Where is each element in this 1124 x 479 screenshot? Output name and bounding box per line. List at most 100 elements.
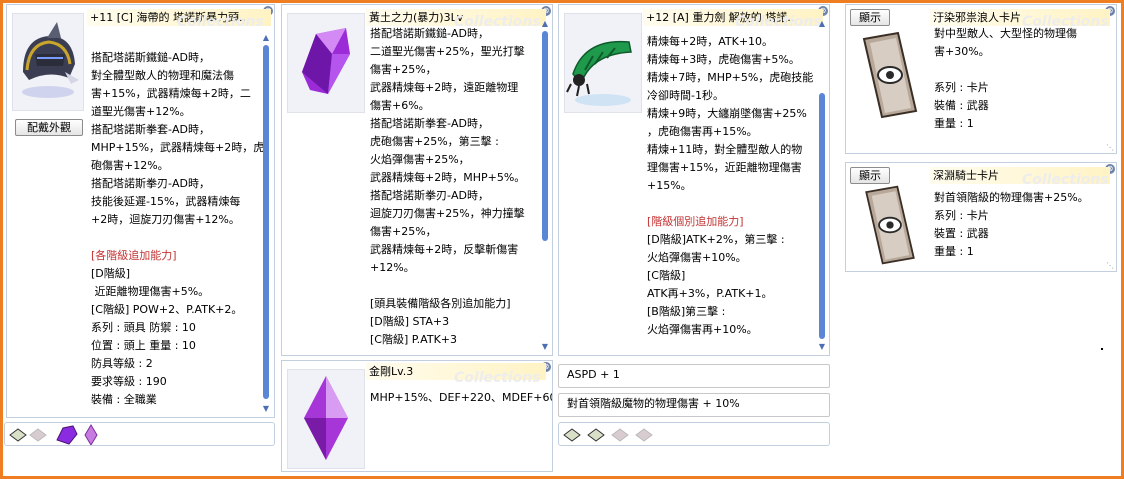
description-line: 武器精煉每+2時，反擊斬傷害 bbox=[370, 243, 519, 256]
description-line: 要求等級 : 190 bbox=[91, 375, 167, 388]
description-line: 防具等級 : 2 bbox=[91, 357, 153, 370]
description-line: 搭配塔諾斯鐵鎚-AD時， bbox=[91, 51, 210, 64]
description-line: 道聖光傷害+12%。 bbox=[91, 105, 191, 118]
item-window-weapon[interactable]: ⊗ +12 [A] 重力劍 解放的 塔諾... Collections 精煉每+… bbox=[558, 4, 830, 356]
description-line: 系列 : 卡片 bbox=[934, 81, 989, 94]
helmet-icon bbox=[22, 22, 79, 98]
description-line: 裝備 : 武器 bbox=[934, 99, 989, 112]
description-line: 冷卻時間-1秒。 bbox=[647, 89, 724, 102]
description-line: 精煉+9時，大纏崩墜傷害+25% bbox=[647, 107, 807, 120]
watermark: Collections bbox=[1022, 172, 1109, 188]
resize-icon[interactable]: ⋱ bbox=[1106, 261, 1114, 270]
scroll-up-icon[interactable]: ▲ bbox=[261, 33, 271, 42]
empty-slot-icon[interactable] bbox=[635, 428, 653, 442]
description-line: 武器精煉每+2時，MHP+5%。 bbox=[370, 171, 526, 184]
scroll-down-icon[interactable]: ▼ bbox=[261, 404, 271, 413]
description-line: 迴旋刀刃傷害+25%，神力撞擊 bbox=[370, 207, 525, 220]
description-line: 搭配塔諾斯拳刃-AD時， bbox=[91, 177, 210, 190]
empty-slot-icon[interactable] bbox=[611, 428, 629, 442]
description-line: 技能後延遲-15%，武器精煉每 bbox=[91, 195, 241, 208]
item-window-enchant[interactable]: ⊗ 黃土之力(暴力)3Lv Collections 搭配塔諾斯鐵鎚-AD時，二道… bbox=[281, 4, 553, 356]
scrollbar[interactable]: ▲ ▼ bbox=[817, 19, 827, 351]
slot-bar-helmet bbox=[4, 422, 275, 446]
description-line: 精煉+7時，MHP+5%，虎砲技能 bbox=[647, 71, 814, 84]
description-line: 武器精煉每+2時，遠距離物理 bbox=[370, 81, 519, 94]
description-line: 對首領階級的物理傷害+25%。 bbox=[934, 191, 1089, 204]
description-line: +15%。 bbox=[647, 179, 692, 192]
description-line: [C階級] bbox=[647, 269, 686, 282]
slot-bar-weapon bbox=[558, 422, 830, 446]
description-line: 系列 : 卡片 bbox=[934, 209, 989, 222]
resize-icon[interactable]: ⋱ bbox=[1106, 143, 1114, 152]
description-line: MHP+15%、DEF+220、MDEF+60。 bbox=[370, 391, 553, 404]
diamond-icon bbox=[304, 376, 348, 460]
description-line: 重量 : 1 bbox=[934, 117, 974, 130]
description-line: 搭配塔諾斯鐵鎚-AD時， bbox=[370, 27, 489, 40]
card-slot-icon[interactable] bbox=[9, 428, 27, 442]
description-line: 搭配塔諾斯拳套-AD時， bbox=[370, 117, 489, 130]
description-line: [D階級]ATK+2%，第三擊 : bbox=[647, 233, 785, 246]
show-button[interactable]: 顯示 bbox=[850, 167, 890, 184]
scroll-up-icon[interactable]: ▲ bbox=[540, 19, 550, 28]
card-slot-icon[interactable] bbox=[587, 428, 605, 442]
watermark: Collections bbox=[735, 14, 822, 30]
description-line: 砲傷害+12%。 bbox=[91, 159, 169, 172]
description-line bbox=[370, 277, 525, 295]
description-line: MHP+15%，武器精煉每+2時，虎 bbox=[91, 141, 265, 154]
card-slot-icon[interactable] bbox=[563, 428, 581, 442]
item-description: 搭配塔諾斯鐵鎚-AD時， 對全體型敵人的物理和魔法傷害+15%，武器精煉每+2時，… bbox=[91, 49, 264, 409]
description-line: 重量 : 1 bbox=[934, 245, 974, 258]
card-icon bbox=[862, 31, 918, 119]
diamond-gem-icon[interactable] bbox=[83, 424, 99, 446]
description-line: 裝置 : 武器 bbox=[934, 227, 989, 240]
item-window-diamond[interactable]: ⊗ 金剛Lv.3 Collections MHP+15%、DEF+220、MDE… bbox=[281, 360, 553, 472]
item-image bbox=[564, 13, 642, 113]
random-option-bar-1: ASPD + 1 bbox=[558, 364, 830, 388]
scroll-up-icon[interactable]: ▲ bbox=[817, 19, 827, 28]
stray-pixel bbox=[1101, 348, 1103, 350]
description-line: 火焰彈傷害再+10%。 bbox=[647, 323, 758, 336]
description-line: 傷害+25%， bbox=[370, 225, 437, 238]
preview-appearance-button[interactable]: 配戴外觀 bbox=[15, 119, 83, 136]
empty-slot-icon[interactable] bbox=[29, 428, 47, 442]
green-sword-icon bbox=[566, 40, 632, 106]
card-window-1[interactable]: ⊗ 顯示 汙染邪祟浪人卡片 Collections 對中型敵人、大型怪的物理傷害… bbox=[845, 4, 1117, 154]
item-window-helmet[interactable]: ⊗ +11 [C] 海帶的 塔諾斯暴力頭... Collections 配戴外觀… bbox=[6, 4, 275, 418]
purple-crystal-icon bbox=[302, 28, 350, 94]
description-line: 對全體型敵人的物理和魔法傷 bbox=[91, 69, 234, 82]
description-line bbox=[647, 195, 813, 213]
scrollbar[interactable]: ▲ ▼ bbox=[540, 19, 550, 351]
scroll-down-icon[interactable]: ▼ bbox=[540, 342, 550, 351]
show-button[interactable]: 顯示 bbox=[850, 9, 890, 26]
card-window-2[interactable]: ⊗ 顯示 深淵騎士卡片 Collections 對首領階級的物理傷害+25%。系… bbox=[845, 162, 1117, 272]
description-line: 精煉每+3時，虎砲傷害+5%。 bbox=[647, 53, 800, 66]
description-line: 火焰彈傷害+10%。 bbox=[647, 251, 747, 264]
item-image bbox=[12, 13, 84, 111]
description-line: +2時，迴旋刀刃傷害+12%。 bbox=[91, 213, 240, 226]
description-line: +12%。 bbox=[370, 261, 415, 274]
description-line: ，虎砲傷害再+15%。 bbox=[647, 125, 758, 138]
description-line: [D階級] STA+3 bbox=[370, 315, 450, 328]
description-line: 裝備 : 全職業 bbox=[91, 393, 157, 406]
description-line: [頭具裝備階級各別追加能力] bbox=[370, 297, 511, 310]
card-icon bbox=[865, 185, 915, 265]
description-line: 二道聖光傷害+25%，聖光打擊 bbox=[370, 45, 525, 58]
item-description: 搭配塔諾斯鐵鎚-AD時， 二道聖光傷害+25%，聖光打擊 傷害+25%， 武器精煉每+… bbox=[370, 25, 525, 349]
scroll-thumb[interactable] bbox=[542, 31, 548, 241]
random-option-bar-2: 對首領階級魔物的物理傷害 + 10% bbox=[558, 393, 830, 417]
description-line: [D階級] bbox=[91, 267, 131, 280]
description-line: 害+15%，武器精煉每+2時，二 bbox=[91, 87, 251, 100]
description-line: [C階級] POW+2、P.ATK+2。 bbox=[91, 303, 243, 316]
card-description: 對中型敵人、大型怪的物理傷 害+30%。 系列 : 卡片 裝備 : 武器 重量 : 1 bbox=[934, 25, 1077, 133]
description-line: 位置 : 頭上 重量 : 10 bbox=[91, 339, 196, 352]
description-line: 搭配塔諾斯拳套-AD時， bbox=[91, 123, 210, 136]
description-line bbox=[91, 229, 264, 247]
scroll-thumb[interactable] bbox=[819, 93, 825, 339]
description-line: 精煉每+2時，ATK+10。 bbox=[647, 35, 774, 48]
description-line: 精煉+11時，對全體型敵人的物 bbox=[647, 143, 803, 156]
scroll-down-icon[interactable]: ▼ bbox=[817, 342, 827, 351]
watermark: Collections bbox=[454, 370, 541, 386]
scroll-thumb[interactable] bbox=[263, 45, 269, 399]
scrollbar[interactable]: ▲ ▼ bbox=[261, 33, 271, 413]
purple-gem-icon[interactable] bbox=[53, 424, 79, 446]
